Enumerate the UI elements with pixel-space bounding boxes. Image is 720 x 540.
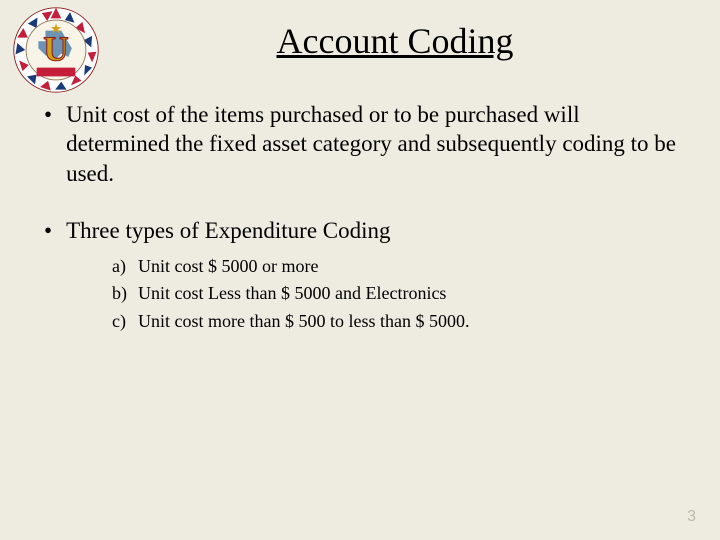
list-mark: a) [112, 254, 138, 279]
bullet-text: Unit cost of the items purchased or to b… [66, 100, 688, 188]
list-mark: c) [112, 309, 138, 334]
list-item: b) Unit cost Less than $ 5000 and Electr… [112, 281, 688, 306]
school-district-logo: U [12, 6, 100, 94]
svg-text:U: U [43, 30, 68, 69]
list-text: Unit cost $ 5000 or more [138, 254, 318, 279]
list-text: Unit cost Less than $ 5000 and Electroni… [138, 281, 446, 306]
slide-title: Account Coding [70, 0, 720, 62]
page-number: 3 [687, 508, 696, 526]
bullet-item: • Three types of Expenditure Coding [32, 216, 688, 246]
list-item: c) Unit cost more than $ 500 to less tha… [112, 309, 688, 334]
bullet-mark: • [44, 100, 52, 188]
list-item: a) Unit cost $ 5000 or more [112, 254, 688, 279]
list-text: Unit cost more than $ 500 to less than $… [138, 309, 469, 334]
sublist: a) Unit cost $ 5000 or more b) Unit cost… [112, 254, 688, 334]
bullet-text: Three types of Expenditure Coding [66, 216, 390, 246]
list-mark: b) [112, 281, 138, 306]
slide-content: • Unit cost of the items purchased or to… [0, 100, 720, 334]
bullet-item: • Unit cost of the items purchased or to… [32, 100, 688, 188]
bullet-mark: • [44, 216, 52, 246]
